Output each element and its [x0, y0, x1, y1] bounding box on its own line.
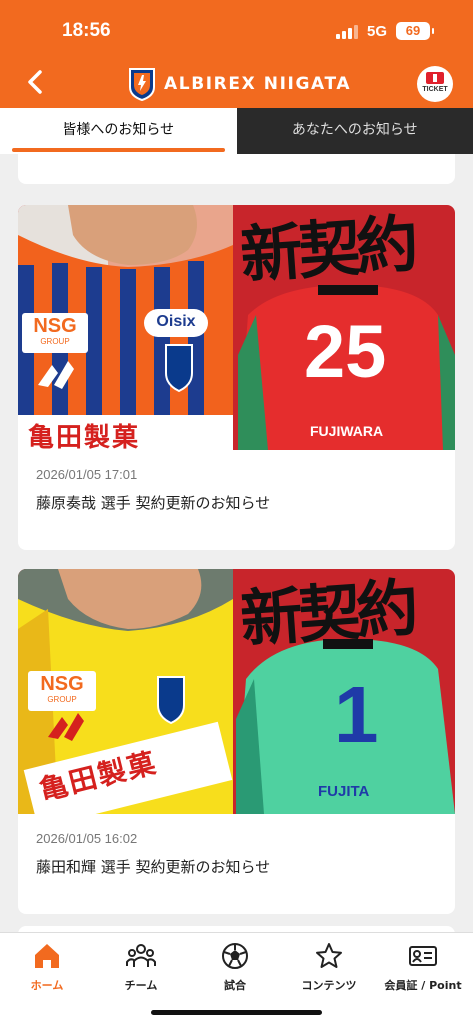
ticket-icon [426, 72, 444, 84]
sponsor-logo: NSG [33, 315, 77, 337]
brand-name: ALBIREX NIIGATA [164, 74, 352, 94]
news-card-partial[interactable] [18, 154, 455, 184]
home-indicator [151, 1010, 322, 1015]
team-icon [126, 944, 156, 967]
sponsor2-logo: Oisix [156, 313, 196, 330]
nav-contents[interactable]: コンテンツ [282, 941, 376, 1001]
jersey-number: 25 [304, 310, 387, 393]
ticket-label: TICKET [422, 86, 448, 93]
nav-label: ホーム [30, 979, 64, 992]
nav-team[interactable]: チーム [94, 941, 188, 1001]
tab-personal-notices[interactable]: あなたへのお知らせ [236, 108, 473, 154]
headline-text: 新契約 [238, 571, 417, 656]
star-icon [316, 943, 342, 968]
signal-icon [336, 25, 360, 39]
battery-icon: 69 [396, 22, 434, 40]
nav-match[interactable]: 試合 [188, 941, 282, 1001]
sponsor-sub: GROUP [47, 695, 77, 704]
news-date: 2026/01/05 16:02 [36, 831, 138, 846]
chest-sponsor: 亀田製菓 [28, 423, 141, 450]
jersey-name: FUJITA [318, 783, 370, 800]
notice-tabs: 皆様へのお知らせ あなたへのお知らせ [0, 108, 473, 154]
home-icon [35, 944, 59, 968]
network-type: 5G [367, 23, 388, 40]
nav-label: チーム [124, 979, 158, 992]
sponsor-logo: NSG [40, 673, 84, 695]
member-card-icon [409, 946, 437, 966]
back-arrow-icon[interactable] [22, 66, 50, 98]
club-crest-icon [129, 68, 155, 101]
jersey-name: FUJIWARA [310, 423, 384, 439]
nav-member[interactable]: 会員証 / Point [376, 941, 470, 1001]
news-card[interactable]: 新契約 NSG GROUP Oisix 亀田製菓 25 FUJIWARA 202… [18, 205, 455, 550]
brand-logo: ALBIREX NIIGATA [128, 66, 351, 102]
status-bar: 18:56 5G 69 [0, 0, 473, 58]
news-title[interactable]: 藤田和輝 選手 契約更新のお知らせ [36, 856, 270, 877]
jersey-number: 1 [334, 670, 379, 759]
news-thumbnail: 新契約 NSG GROUP Oisix 亀田製菓 25 FUJIWARA [18, 205, 455, 450]
nav-label: 会員証 / Point [384, 979, 462, 992]
ticket-button[interactable]: TICKET [417, 66, 453, 102]
nav-label: 試合 [224, 979, 246, 992]
sponsor-sub: GROUP [40, 337, 70, 346]
news-title[interactable]: 藤原奏哉 選手 契約更新のお知らせ [36, 492, 270, 513]
news-date: 2026/01/05 17:01 [36, 467, 138, 482]
tab-public-notices[interactable]: 皆様へのお知らせ [0, 108, 237, 154]
news-list[interactable]: 新契約 NSG GROUP Oisix 亀田製菓 25 FUJIWARA 202… [0, 154, 473, 932]
nav-home[interactable]: ホーム [0, 941, 94, 1001]
soccer-ball-icon [222, 943, 248, 969]
headline-text: 新契約 [238, 207, 417, 292]
status-time: 18:56 [62, 20, 111, 41]
news-thumbnail: 新契約 NSG GROUP 亀田製菓 1 FUJITA [18, 569, 455, 814]
app-header: 18:56 5G 69 ALBIREX NIIGATA TICKET [0, 0, 473, 108]
news-card[interactable]: 新契約 NSG GROUP 亀田製菓 1 FUJITA 2026/01/05 1… [18, 569, 455, 914]
nav-label: コンテンツ [301, 979, 357, 992]
